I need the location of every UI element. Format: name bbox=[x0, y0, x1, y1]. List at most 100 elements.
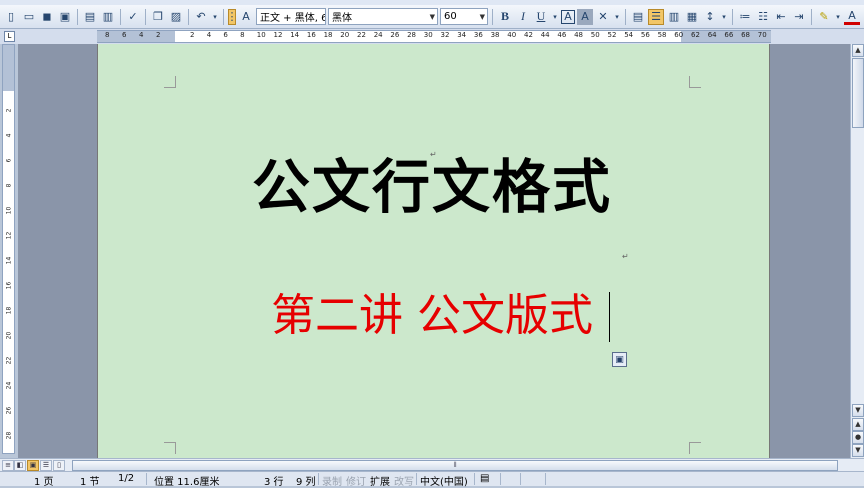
ruler-number: 36 bbox=[473, 31, 483, 39]
vertical-ruler-number: 2 bbox=[5, 108, 13, 113]
next-page-button[interactable]: ▼ bbox=[852, 444, 864, 457]
copy-icon[interactable]: ❐ bbox=[150, 9, 166, 25]
align-center-icon[interactable]: ☰ bbox=[648, 8, 664, 25]
ruler-number: 8 bbox=[240, 31, 245, 39]
font-combo[interactable]: 黑体 ▼ bbox=[328, 8, 438, 25]
print-preview-icon[interactable]: ▥ bbox=[100, 9, 116, 25]
ruler-number: 56 bbox=[640, 31, 650, 39]
previous-page-button[interactable]: ▲ bbox=[852, 418, 864, 431]
status-separator bbox=[520, 473, 521, 485]
scroll-down-button[interactable]: ▼ bbox=[852, 404, 864, 417]
ruler-number: 2 bbox=[156, 31, 161, 39]
char-border-icon[interactable]: A bbox=[561, 9, 575, 24]
open-icon[interactable]: ▭ bbox=[21, 9, 37, 25]
vertical-scrollbar[interactable]: ▲ ▼ ▲ ● ▼ bbox=[850, 44, 864, 458]
status-separator bbox=[416, 473, 417, 485]
toolbar-separator bbox=[492, 8, 493, 25]
ruler-number: 68 bbox=[741, 31, 751, 39]
paste-icon[interactable]: ▨ bbox=[168, 9, 184, 25]
line-spacing-icon[interactable]: ↕ bbox=[702, 9, 718, 25]
style-combo[interactable]: 正文 + 黑体, 6(▼ bbox=[256, 8, 326, 25]
align-left-icon[interactable]: ▤ bbox=[630, 9, 646, 25]
outline-view-button[interactable]: ☰ bbox=[40, 460, 52, 471]
vertical-ruler-number: 4 bbox=[5, 133, 13, 138]
font-color-icon[interactable]: A bbox=[844, 9, 860, 25]
ruler-number: 62 bbox=[691, 31, 700, 39]
ruler-number: 22 bbox=[357, 31, 366, 39]
increase-indent-icon[interactable]: ⇥ bbox=[791, 9, 807, 25]
scale-icon[interactable]: ✕ bbox=[595, 9, 611, 25]
spelling-status-icon[interactable]: ▤ bbox=[480, 473, 489, 484]
ruler-number: 28 bbox=[407, 31, 417, 39]
toolbar-options-icon[interactable]: ⋮ bbox=[227, 8, 238, 25]
underline-dropdown-icon[interactable]: ▾ bbox=[551, 9, 559, 25]
undo-icon[interactable]: ↶ bbox=[193, 9, 209, 25]
ruler-number: 44 bbox=[540, 31, 550, 39]
decrease-indent-icon[interactable]: ⇤ bbox=[773, 9, 789, 25]
status-page-of: 1/2 bbox=[118, 473, 135, 484]
tab-selector[interactable]: L bbox=[4, 31, 15, 42]
vertical-scroll-thumb[interactable] bbox=[852, 58, 864, 128]
highlight-icon[interactable]: ✎ bbox=[816, 9, 832, 25]
size-combo[interactable]: 60 ▼ bbox=[440, 8, 488, 25]
underline-button[interactable]: U bbox=[533, 9, 549, 25]
reading-view-button[interactable]: ▯ bbox=[53, 460, 65, 471]
vertical-ruler[interactable]: 2 4 6 8 10 12 14 16 18 20 22 24 26 28 bbox=[2, 44, 15, 454]
ruler-number: 66 bbox=[724, 31, 734, 39]
document-page[interactable]: ↵ ↵ bbox=[97, 44, 770, 458]
formatting-toolbar: ▯ ▭ ◼ ▣ ▤ ▥ ✓ ❐ ▨ ↶ ▾ ⋮ A 正文 + 黑体, 6(▼ 黑… bbox=[0, 5, 864, 29]
styles-icon[interactable]: A bbox=[238, 9, 254, 25]
document-title[interactable]: 公文行文格式 bbox=[0, 154, 864, 220]
line-spacing-dropdown-icon[interactable]: ▾ bbox=[720, 9, 728, 25]
scale-dropdown-icon[interactable]: ▾ bbox=[613, 9, 621, 25]
permission-icon[interactable]: ▣ bbox=[57, 9, 73, 25]
ruler-number: 18 bbox=[323, 31, 333, 39]
status-separator bbox=[318, 473, 319, 485]
char-shading-icon[interactable]: A bbox=[577, 8, 593, 25]
ruler-number: 70 bbox=[757, 31, 767, 39]
vertical-ruler-number: 22 bbox=[5, 356, 13, 365]
italic-button[interactable]: I bbox=[515, 9, 531, 25]
crop-mark bbox=[689, 442, 701, 454]
status-separator bbox=[146, 473, 147, 485]
select-browse-object-button[interactable]: ● bbox=[852, 431, 864, 444]
toolbar-separator bbox=[223, 8, 224, 25]
new-icon[interactable]: ▯ bbox=[3, 9, 19, 25]
horizontal-scroll-thumb[interactable]: ⦀ bbox=[72, 460, 838, 471]
print-layout-view-button[interactable]: ▣ bbox=[27, 460, 39, 471]
ruler-number: 54 bbox=[624, 31, 634, 39]
justify-icon[interactable]: ▦ bbox=[684, 9, 700, 25]
horizontal-ruler[interactable]: 8 6 4 2 2 4 6 8 10 12 14 16 18 20 22 24 26 28 30 32 34 36 38 40… bbox=[97, 30, 771, 43]
scroll-up-button[interactable]: ▲ bbox=[852, 44, 864, 57]
ruler-number: 26 bbox=[390, 31, 400, 39]
ruler-number: 4 bbox=[139, 31, 144, 39]
highlight-dropdown-icon[interactable]: ▾ bbox=[834, 9, 842, 25]
chevron-down-icon: ▼ bbox=[429, 12, 435, 21]
ruler-number: 10 bbox=[256, 31, 266, 39]
align-right-icon[interactable]: ▥ bbox=[666, 9, 682, 25]
ruler-number: 50 bbox=[590, 31, 600, 39]
ruler-number: 34 bbox=[457, 31, 467, 39]
chevron-down-icon: ▼ bbox=[479, 12, 485, 21]
ruler-top-margin bbox=[3, 45, 14, 91]
bold-button[interactable]: B bbox=[497, 9, 513, 25]
spelling-icon[interactable]: ✓ bbox=[125, 9, 141, 25]
numbering-icon[interactable]: ≔ bbox=[737, 9, 753, 25]
document-area: ↵ ↵ bbox=[18, 44, 850, 458]
vertical-ruler-number: 26 bbox=[5, 406, 13, 415]
save-icon[interactable]: ◼ bbox=[39, 9, 55, 25]
web-view-button[interactable]: ◧ bbox=[14, 460, 26, 471]
ruler-number: 58 bbox=[657, 31, 667, 39]
undo-dropdown-icon[interactable]: ▾ bbox=[211, 9, 219, 25]
bullets-icon[interactable]: ☷ bbox=[755, 9, 771, 25]
document-subtitle[interactable]: 第二讲 公文版式 bbox=[0, 288, 864, 344]
ruler-number: 2 bbox=[190, 31, 195, 39]
toolbar-separator bbox=[120, 8, 121, 25]
normal-view-button[interactable]: ≡ bbox=[2, 460, 14, 471]
paste-options-icon[interactable]: ▣ bbox=[612, 352, 627, 367]
vertical-ruler-number: 28 bbox=[5, 431, 13, 440]
ruler-number: 16 bbox=[306, 31, 316, 39]
print-icon[interactable]: ▤ bbox=[82, 9, 98, 25]
crop-mark bbox=[689, 76, 701, 88]
ruler-number: 46 bbox=[557, 31, 567, 39]
